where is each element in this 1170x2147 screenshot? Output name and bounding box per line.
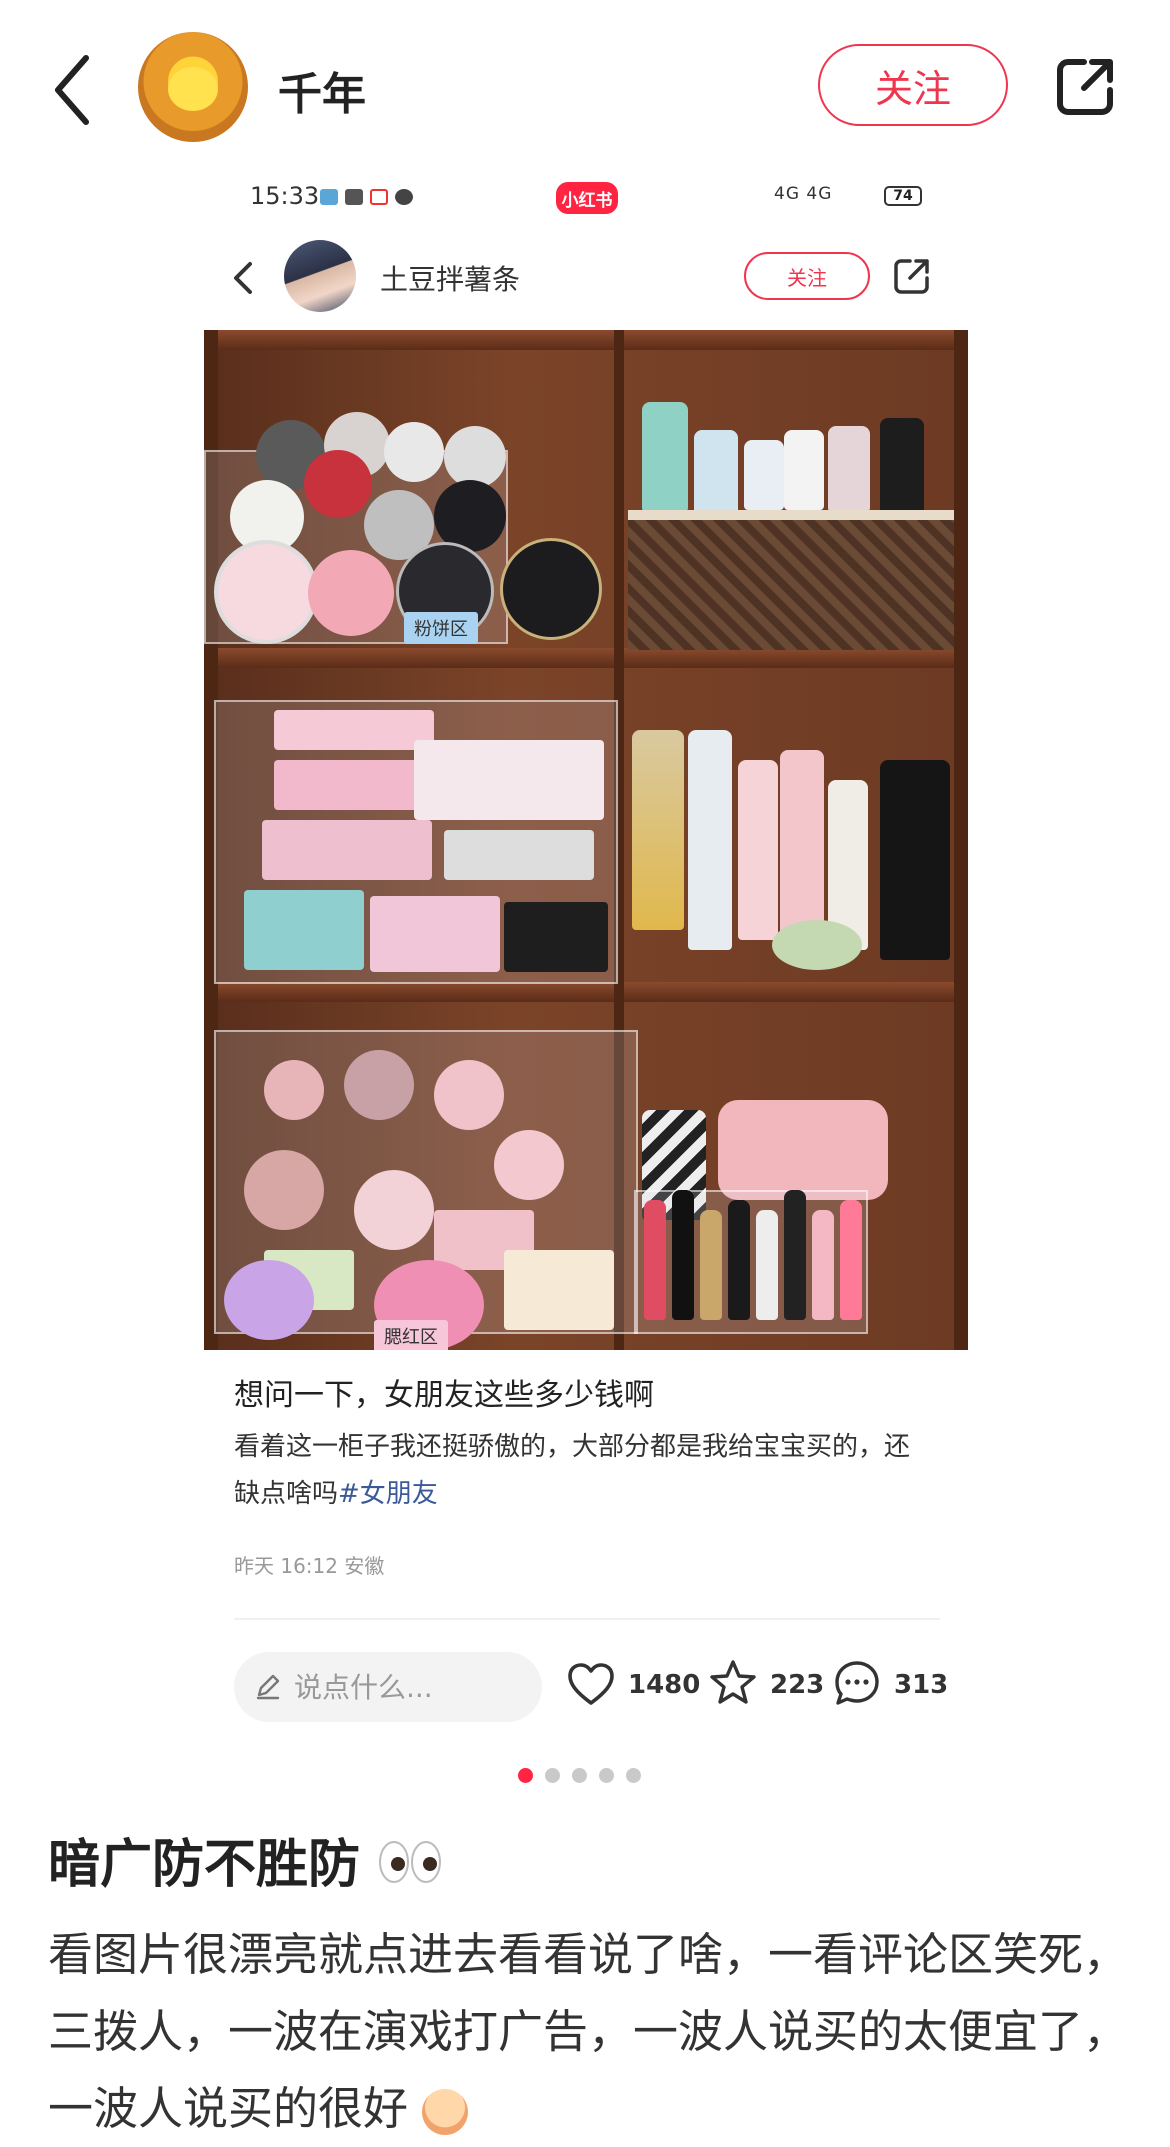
- network-status: 4G 4G: [774, 184, 833, 204]
- divider: [234, 1618, 940, 1620]
- back-icon[interactable]: [48, 50, 98, 130]
- comment-placeholder: 说点什么...: [294, 1671, 433, 1704]
- like-count: 1480: [628, 1670, 701, 1700]
- inner-post-meta: 昨天 16:12 安徽: [234, 1554, 385, 1578]
- inner-back-icon: [234, 262, 252, 294]
- photo-label: 腮红区: [374, 1320, 448, 1350]
- star-count: 223: [770, 1670, 825, 1700]
- share-icon[interactable]: [1054, 54, 1118, 118]
- avatar[interactable]: [138, 32, 248, 142]
- page-dot[interactable]: [545, 1768, 560, 1783]
- page-dot[interactable]: [599, 1768, 614, 1783]
- page-dot[interactable]: [572, 1768, 587, 1783]
- follow-button[interactable]: 关注: [818, 44, 1008, 126]
- post-photo[interactable]: 粉饼区 腮红区: [204, 330, 968, 1350]
- inner-follow-button: 关注: [744, 252, 870, 300]
- photo-label: 粉饼区: [404, 612, 478, 644]
- pencil-icon: [256, 1674, 280, 1700]
- status-icons: [320, 186, 420, 205]
- star-icon: [710, 1660, 756, 1704]
- post-body: 看图片很漂亮就点进去看看说了啥，一看评论区笑死，三拨人，一波在演戏打广告，一波人…: [48, 1928, 1129, 2135]
- post-title: 暗广防不胜防: [48, 1822, 444, 1898]
- comment-count: 313: [894, 1670, 949, 1700]
- inner-share-icon: [894, 259, 929, 294]
- comment-icon: [835, 1661, 879, 1705]
- hashtag: #女朋友: [338, 1479, 438, 1509]
- author-name[interactable]: 千年: [278, 58, 366, 122]
- inner-post-title: 想问一下，女朋友这些多少钱啊: [234, 1378, 654, 1413]
- app-badge: 小红书: [556, 182, 618, 214]
- battery-indicator: 74: [884, 186, 922, 206]
- image-pagination: [518, 1768, 641, 1783]
- crying-emoji: [422, 2089, 469, 2135]
- status-time: 15:33: [250, 182, 320, 210]
- page-dot[interactable]: [626, 1768, 641, 1783]
- heart-icon: [568, 1663, 614, 1705]
- eyes-emoji: [378, 1838, 444, 1898]
- page-dot[interactable]: [518, 1768, 533, 1783]
- inner-author-name: 土豆拌薯条: [380, 263, 521, 296]
- inner-avatar: [284, 240, 356, 312]
- inner-post-body: 看着这一柜子我还挺骄傲的，大部分都是我给宝宝买的，还缺点啥吗#女朋友: [234, 1432, 911, 1509]
